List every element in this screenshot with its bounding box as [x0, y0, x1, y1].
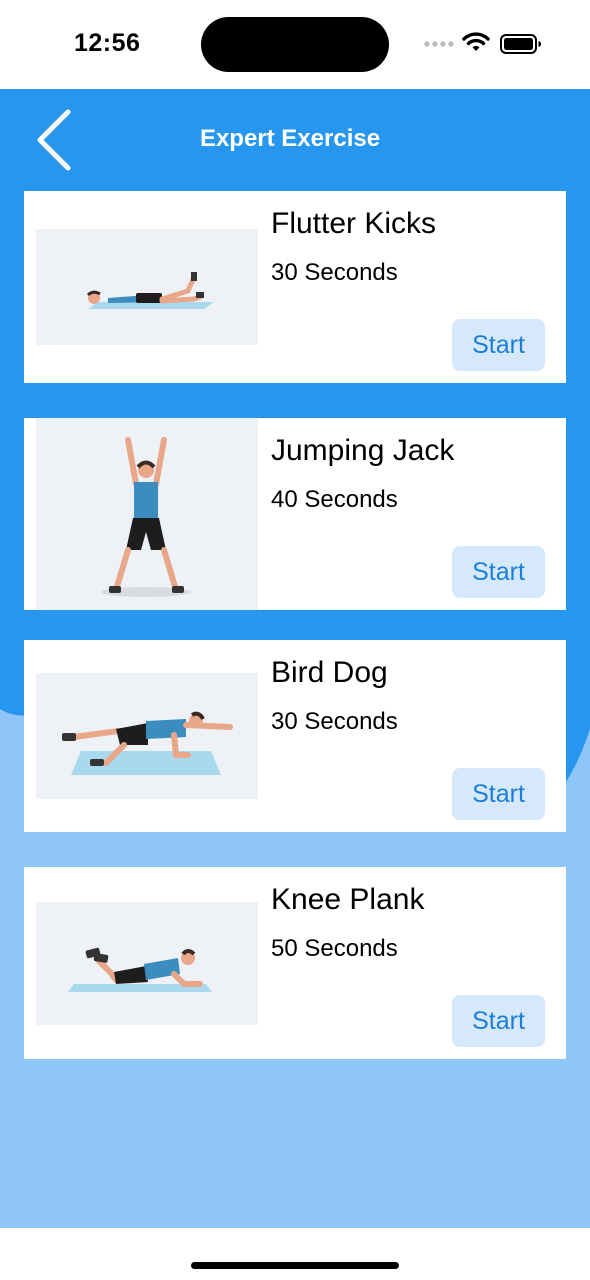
exercise-duration: 50 Seconds	[271, 935, 398, 962]
dynamic-island	[201, 17, 389, 72]
page-title: Expert Exercise	[199, 125, 381, 152]
status-bar: 12:56	[0, 0, 590, 89]
exercise-name: Knee Plank	[271, 883, 425, 916]
wifi-icon	[462, 32, 490, 51]
flutter-kicks-illustration	[86, 272, 214, 309]
exercise-image	[36, 902, 258, 1025]
status-time: 12:56	[74, 29, 141, 57]
cellular-signal-icon	[424, 41, 454, 47]
start-button[interactable]: Start	[452, 768, 545, 820]
exercise-name: Flutter Kicks	[271, 207, 437, 240]
exercise-duration: 40 Seconds	[271, 486, 398, 513]
exercise-name: Bird Dog	[271, 656, 388, 689]
exercise-image	[36, 418, 258, 610]
bird-dog-illustration	[62, 711, 233, 775]
exercise-image	[36, 229, 258, 345]
battery-icon	[500, 34, 541, 54]
exercise-card-flutter-kicks: Flutter Kicks 30 Seconds Start	[24, 191, 566, 383]
exercise-card-jumping-jack: Jumping Jack 40 Seconds Start	[24, 418, 566, 610]
exercise-duration: 30 Seconds	[271, 708, 398, 735]
knee-plank-illustration	[68, 947, 212, 992]
start-button[interactable]: Start	[452, 546, 545, 598]
exercise-duration: 30 Seconds	[271, 259, 398, 286]
start-button[interactable]: Start	[452, 995, 545, 1047]
exercise-name: Jumping Jack	[271, 434, 455, 467]
exercise-image	[36, 673, 258, 799]
home-indicator[interactable]	[191, 1262, 399, 1269]
start-button[interactable]: Start	[452, 319, 545, 371]
jumping-jack-illustration	[101, 437, 191, 597]
exercise-card-knee-plank: Knee Plank 50 Seconds Start	[24, 867, 566, 1059]
exercise-card-bird-dog: Bird Dog 30 Seconds Start	[24, 640, 566, 832]
